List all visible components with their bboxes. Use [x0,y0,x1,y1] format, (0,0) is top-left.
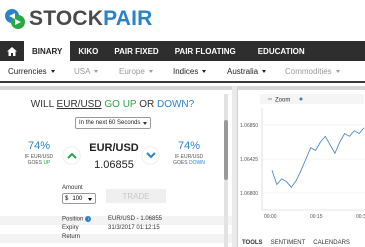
expiry-select-value: In the next 60 Seconds [79,120,141,126]
chevron-up-icon [66,152,77,159]
return-row: Return [0,234,232,243]
y-tick-label: 1.06850 [240,123,258,129]
up-label-dir: UP [43,160,51,166]
chevron-down-icon [145,152,156,159]
amount-value: 100 [72,195,83,202]
chevron-down-icon [335,69,340,73]
question-pair-link[interactable]: EUR/USD [57,99,102,110]
tab-sentiment[interactable]: SENTIMENT [267,240,310,246]
asset-name: EUR/USD [89,142,139,154]
price-chart[interactable]: Zoom 1.06850 1.06425 1.06800 00:00 00:15 00:… [238,90,365,234]
up-return-label: IF EUR/USD GOES UP [20,154,58,166]
position-label: Position [62,216,84,223]
x-tick-label: 00:15 [310,214,323,220]
logo-text-stock: STOCK [29,7,104,30]
subnav-label: USA [74,66,91,76]
zoom-label: Zoom [275,98,290,104]
logo-text-pair: PAIR [103,7,153,30]
y-tick-label: 1.06800 [240,191,258,197]
down-return-label: IF EUR/USD GOES DOWN [170,154,208,166]
chevron-down-icon [50,69,55,73]
currency-symbol: $ [65,195,69,202]
nav-item-kiko[interactable]: KIKO [70,41,106,61]
double-arrow-logo-icon [4,8,26,30]
chevron-down-icon [262,69,267,73]
question-or: OR [139,99,155,110]
subnav-item-commodities[interactable]: Commodities [285,67,340,76]
trade-panel: WILL EUR/USD GO UP OR DOWN? In the next … [0,86,232,247]
call-up-button[interactable] [63,147,80,164]
expiry-label: Expiry [62,225,79,231]
chart-panel: Zoom 1.06850 1.06425 1.06800 00:00 00:15 00:… [237,86,365,247]
nav-item-binary[interactable]: BINARY [24,41,71,61]
zoom-handle[interactable] [299,97,303,101]
chevron-down-icon [88,197,92,201]
main-nav: BINARY KIKO PAIR FIXED PAIR FLOATING EDU… [0,41,365,61]
subnav-label: Australia [227,66,259,76]
down-return-percent: 74% [177,140,201,152]
tab-calendars[interactable]: CALENDARS [309,240,354,246]
return-label: Return [62,234,81,240]
subnav-item-australia[interactable]: Australia [227,66,267,76]
subnav-label: Europe [119,66,145,76]
question-down: DOWN? [156,99,195,110]
subnav-item-currencies[interactable]: Currencies [8,67,55,76]
trade-panel-scroll-thumb[interactable] [224,120,228,180]
expiry-row: Expiry 31/3/2017 01:12:15 [0,225,232,234]
asset-category-nav: Currencies USA Europe Indices Australia … [0,61,365,83]
expiry-value: 31/3/2017 01:12:15 [108,225,160,231]
chevron-down-icon [94,69,99,73]
chevron-down-icon [143,122,147,125]
amount-select[interactable]: $ 100 [62,193,96,204]
question-up: UP [122,99,137,110]
expiry-select[interactable]: In the next 60 Seconds [75,117,151,129]
question-prefix: WILL [30,99,54,110]
down-label-dir: DOWN [189,160,205,166]
chevron-down-icon [202,69,207,73]
trade-button[interactable]: TRADE [106,189,166,203]
nav-item-pair-floating[interactable]: PAIR FLOATING [167,41,244,61]
subnav-item-usa[interactable]: USA [74,66,99,76]
chevron-down-icon [148,69,153,73]
stockpair-logo[interactable]: STOCKPAIR [4,8,153,30]
x-tick-label: 00:00 [264,214,277,220]
price-series-line [271,127,365,188]
up-return-percent: 74% [27,140,51,152]
position-row: Position i EUR/USD - 1.06855 [0,216,232,225]
subnav-label: Commodities [285,66,332,76]
subnav-item-europe[interactable]: Europe [119,67,153,76]
stockpair-page: STOCKPAIR BINARY KIKO PAIR FIXED PAIR FL… [0,0,365,247]
tab-tools[interactable]: TOOLS [238,240,267,246]
subnav-item-indices[interactable]: Indices [173,66,207,76]
subnav-label: Currencies [8,66,47,76]
y-tick-label: 1.06425 [240,157,258,163]
asset-price: 1.06855 [94,159,134,171]
put-down-button[interactable] [142,147,159,164]
up-label-line2: GOES [27,160,43,166]
chart-tabs: TOOLS SENTIMENT CALENDARS [238,234,365,247]
trade-form: Amount $ 100 TRADE [58,185,222,208]
info-icon[interactable]: i [85,216,92,222]
amount-label: Amount [62,185,83,191]
question-go: GO [104,99,120,110]
nav-item-pair-fixed[interactable]: PAIR FIXED [106,41,166,61]
x-tick-label: 00:30 [356,214,365,220]
home-icon[interactable] [0,41,24,61]
trade-question: WILL EUR/USD GO UP OR DOWN? [0,99,225,110]
down-label-line2: GOES [173,160,188,166]
subnav-label: Indices [173,66,199,76]
position-value: EUR/USD - 1.06855 [108,216,163,222]
nav-item-education[interactable]: EDUCATION [244,41,313,61]
